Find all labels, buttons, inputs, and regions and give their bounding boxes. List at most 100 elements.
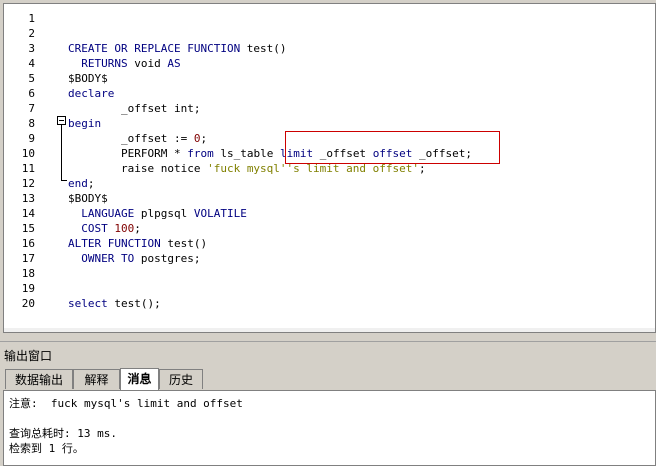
horizontal-scrollbar[interactable] (4, 328, 655, 332)
output-panel-title: 输出窗口 (4, 349, 53, 363)
code-token: test() (240, 42, 287, 55)
code-token: _offset; (412, 147, 473, 160)
line-number: 7 (28, 102, 35, 115)
line-number: 10 (21, 147, 35, 160)
tab-data-output[interactable]: 数据输出 (5, 369, 73, 389)
line-number: 1 (28, 12, 35, 25)
line-number: 2 (28, 27, 35, 40)
code-text: _offset := 0; (68, 131, 207, 146)
line-number: 14 (21, 207, 35, 220)
code-token: ; (87, 177, 95, 190)
code-line[interactable]: 5 $BODY$ (4, 71, 654, 86)
code-token: ; (134, 222, 141, 235)
code-token: $BODY$ (68, 192, 108, 205)
code-text: CREATE OR REPLACE FUNCTION test() (68, 41, 287, 56)
line-number: 18 (21, 267, 35, 280)
code-text: COST 100; (68, 221, 141, 236)
code-token: ls_table (213, 147, 280, 160)
code-line[interactable]: 3 CREATE OR REPLACE FUNCTION test() (4, 41, 654, 56)
code-token: _offset (313, 147, 373, 160)
code-text: RETURNS void AS (68, 56, 181, 71)
code-line[interactable]: 9 _offset := 0; (4, 131, 654, 146)
code-line[interactable]: 11 raise notice 'fuck mysql''s limit and… (4, 161, 654, 176)
code-line[interactable]: 16 ALTER FUNCTION test() (4, 236, 654, 251)
code-line[interactable]: 14 LANGUAGE plpgsql VOLATILE (4, 206, 654, 221)
code-line[interactable]: 17 OWNER TO postgres; (4, 251, 654, 266)
code-line[interactable]: 2 (4, 26, 654, 41)
code-line[interactable]: 4 RETURNS void AS (4, 56, 654, 71)
code-line[interactable]: 10 PERFORM * from ls_table limit _offset… (4, 146, 654, 161)
code-token: begin (68, 117, 102, 130)
tab-history[interactable]: 历史 (159, 369, 203, 389)
code-token: PERFORM * (68, 147, 188, 160)
code-text: OWNER TO postgres; (68, 251, 200, 266)
line-number: 8 (28, 117, 35, 130)
tab-messages[interactable]: 消息 (120, 368, 159, 390)
message-line: 查询总耗时: 13 ms. (9, 427, 117, 440)
fold-range-end (61, 180, 67, 181)
code-text: declare (68, 86, 114, 101)
code-token: _offset int; (68, 102, 201, 115)
code-token: $BODY$ (68, 72, 108, 85)
code-token: limit (279, 147, 314, 160)
line-number: 20 (21, 297, 35, 310)
code-line[interactable]: 15 COST 100; (4, 221, 654, 236)
code-token: RETURNS (81, 57, 128, 70)
line-number: 15 (21, 222, 35, 235)
code-line[interactable]: 13 $BODY$ (4, 191, 654, 206)
code-text: PERFORM * from ls_table limit _offset of… (68, 146, 472, 161)
code-line[interactable]: 19 (4, 281, 654, 296)
code-text: raise notice 'fuck mysql''s limit and of… (68, 161, 426, 176)
panel-divider[interactable] (0, 341, 656, 342)
code-token: ALTER FUNCTION (68, 237, 161, 250)
code-token: void (127, 57, 168, 70)
code-text: begin (68, 116, 101, 131)
code-token: plpgsql (134, 207, 194, 220)
code-token: raise notice (68, 162, 208, 175)
sql-editor[interactable]: 1 2 3 CREATE OR REPLACE FUNCTION test() 4 RE… (3, 3, 656, 333)
code-token: _offset := (68, 132, 194, 145)
line-number: 3 (28, 42, 35, 55)
fold-collapse-icon[interactable] (57, 116, 66, 125)
line-number: 17 (21, 252, 35, 265)
code-line[interactable]: 6 declare (4, 86, 654, 101)
tab-explain[interactable]: 解释 (73, 369, 120, 389)
message-line: 检索到 1 行。 (9, 442, 84, 455)
code-token: declare (68, 87, 115, 100)
line-number: 4 (28, 57, 35, 70)
line-number: 13 (21, 192, 35, 205)
code-text: _offset int; (68, 101, 200, 116)
code-token: ; (200, 132, 208, 145)
code-token: ; (419, 162, 426, 175)
code-token: COST (81, 222, 108, 235)
fold-range-line (61, 125, 62, 181)
code-text: ALTER FUNCTION test() (68, 236, 207, 251)
line-number: 9 (28, 132, 35, 145)
code-token: test(); (107, 297, 161, 310)
message-line: 注意: fuck mysql's limit and offset (9, 397, 243, 410)
code-text: select test(); (68, 296, 161, 311)
code-text: $BODY$ (68, 191, 108, 206)
code-token: select (68, 297, 108, 310)
code-token: offset (372, 147, 413, 160)
line-number: 12 (21, 177, 35, 190)
code-token: from (187, 147, 214, 160)
code-token: test() (160, 237, 208, 250)
code-line[interactable]: 12 end; (4, 176, 654, 191)
code-line[interactable]: 20 select test(); (4, 296, 654, 311)
code-token: VOLATILE (193, 207, 247, 220)
code-line[interactable]: 1 (4, 11, 654, 26)
line-number: 6 (28, 87, 35, 100)
code-token: AS (167, 57, 181, 70)
code-text: $BODY$ (68, 71, 108, 86)
code-line[interactable]: 8 begin (4, 116, 654, 131)
code-token: postgres; (134, 252, 201, 265)
code-token: OWNER TO (81, 252, 135, 265)
messages-output[interactable]: 注意: fuck mysql's limit and offset 查询总耗时:… (3, 390, 656, 466)
code-line[interactable]: 7 _offset int; (4, 101, 654, 116)
line-number: 16 (21, 237, 35, 250)
code-line[interactable]: 18 (4, 266, 654, 281)
